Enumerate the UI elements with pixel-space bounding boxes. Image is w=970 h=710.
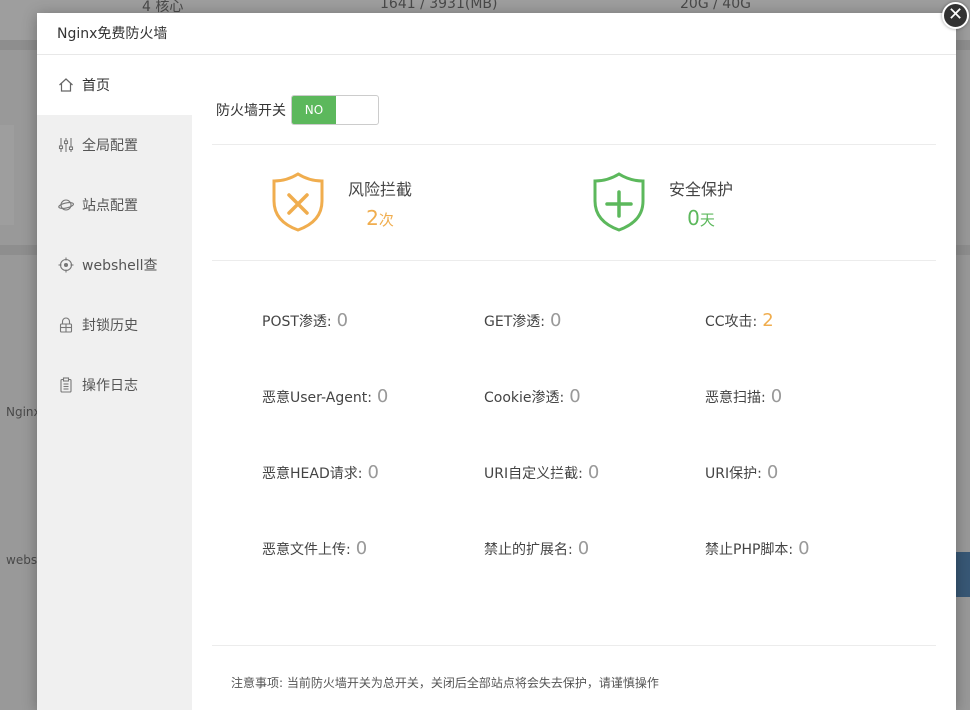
risk-title: 风险拦截 [348,180,413,199]
stat-get: GET渗透: 0 [484,310,562,331]
sidebar-item-site-config[interactable]: 站点配置 [37,175,192,235]
risk-count: 2 [366,206,379,230]
firewall-dialog: Nginx免费防火墙 首页 全局配置 站点配置 webshell查 封锁历史 操… [37,13,956,710]
firewall-switch-row: 防火墙开关 NO [216,95,379,125]
sidebar-item-label: webshell查 [82,258,158,274]
risk-unit: 次 [378,211,394,229]
divider [212,144,936,145]
lock-icon [57,316,75,334]
stat-value: 0 [376,386,389,407]
stat-scan: 恶意扫描: 0 [705,386,783,407]
safe-unit: 天 [699,211,715,229]
stat-value: 0 [770,386,783,407]
clipboard-icon [57,376,75,394]
safe-days: 0 [687,206,700,230]
planet-icon [57,196,75,214]
sidebar-item-webshell[interactable]: webshell查 [37,235,192,295]
sidebar-item-label: 全局配置 [82,138,138,154]
stat-head: 恶意HEAD请求: 0 [262,462,379,483]
main-panel: 防火墙开关 NO 风险拦截 2次 安全保护 0天 POST渗透: 0 GET渗透… [192,55,956,710]
stat-post: POST渗透: 0 [262,310,349,331]
notice-text: 注意事项: 当前防火墙开关为总开关，关闭后全部站点将会失去保护，请谨慎操作 [231,676,659,690]
stat-value: 0 [587,462,600,483]
safe-shield-icon [591,171,647,237]
sidebar-item-home[interactable]: 首页 [37,55,192,115]
stat-value: 0 [549,310,562,331]
stat-uri-custom: URI自定义拦截: 0 [484,462,600,483]
stat-php: 禁止PHP脚本: 0 [705,538,810,559]
stat-value: 0 [336,310,349,331]
stat-extension: 禁止的扩展名: 0 [484,538,590,559]
firewall-toggle[interactable]: NO [291,95,379,125]
close-icon: ✕ [947,4,964,25]
stat-value: 0 [766,462,779,483]
stat-uri-protect: URI保护: 0 [705,462,779,483]
sidebar-item-label: 封锁历史 [82,318,138,334]
stat-user-agent: 恶意User-Agent: 0 [262,386,389,407]
sidebar-item-label: 首页 [82,78,110,94]
stat-cookie: Cookie渗透: 0 [484,386,581,407]
sliders-icon [57,136,75,154]
close-button[interactable]: ✕ [942,2,969,29]
home-icon [57,76,75,94]
sidebar-item-label: 站点配置 [82,198,138,214]
divider [212,645,936,646]
stat-value: 0 [355,538,368,559]
sidebar-item-label: 操作日志 [82,378,138,394]
stat-value: 2 [762,310,774,331]
sidebar-item-operation-log[interactable]: 操作日志 [37,355,192,415]
stat-value: 0 [798,538,810,559]
sidebar-item-global-config[interactable]: 全局配置 [37,115,192,175]
dialog-title: Nginx免费防火墙 [57,26,168,42]
risk-intercept-summary: 风险拦截 2次 [270,171,412,237]
crosshair-icon [57,256,75,274]
stat-value: 0 [367,462,379,483]
stat-value: 0 [577,538,590,559]
sidebar-item-block-history[interactable]: 封锁历史 [37,295,192,355]
stat-cc: CC攻击: 2 [705,310,774,331]
toggle-state: NO [292,96,336,124]
stat-file-upload: 恶意文件上传: 0 [262,538,368,559]
dialog-header: Nginx免费防火墙 [37,13,956,55]
safe-title: 安全保护 [669,180,734,199]
warning-shield-icon [270,171,326,237]
stat-value: 0 [569,386,581,407]
divider [212,260,936,261]
firewall-switch-label: 防火墙开关 [216,103,286,119]
sidebar: 首页 全局配置 站点配置 webshell查 封锁历史 操作日志 [37,55,192,710]
safe-protection-summary: 安全保护 0天 [591,171,733,237]
